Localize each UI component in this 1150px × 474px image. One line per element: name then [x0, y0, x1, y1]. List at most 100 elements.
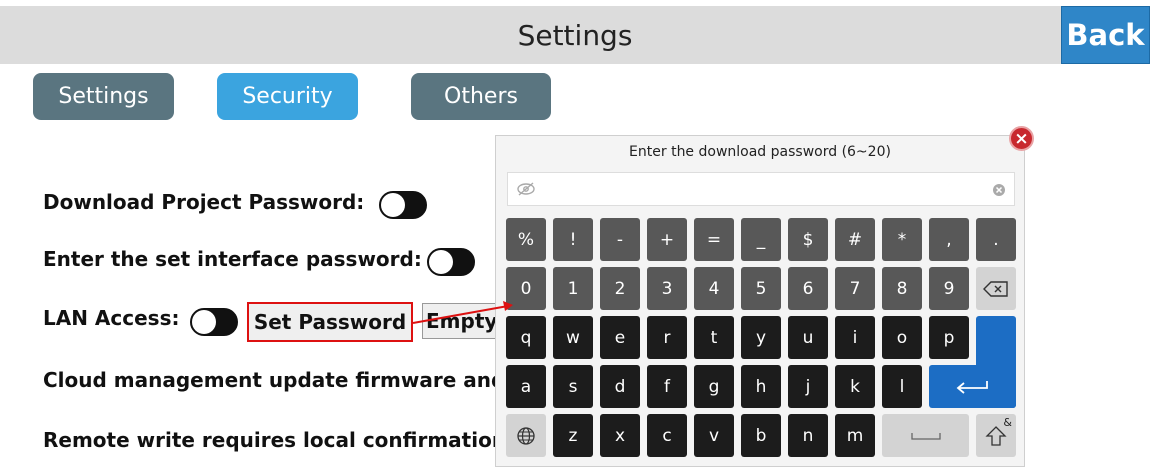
key-label: e: [614, 327, 626, 348]
key-label: v: [708, 425, 720, 446]
key-label: r: [663, 327, 671, 348]
key-letter[interactable]: g: [694, 365, 734, 408]
page-title: Settings: [517, 18, 633, 52]
tab-security[interactable]: Security: [217, 73, 358, 120]
key-label: .: [993, 229, 999, 250]
key-letter[interactable]: z: [553, 414, 593, 457]
key-label: z: [568, 425, 578, 446]
key-letter[interactable]: b: [741, 414, 781, 457]
key-letter[interactable]: y: [741, 316, 781, 359]
close-icon[interactable]: ×: [1009, 126, 1034, 151]
key-digit[interactable]: 3: [647, 267, 687, 310]
key-digit[interactable]: 4: [694, 267, 734, 310]
key-letter[interactable]: f: [647, 365, 687, 408]
key-label: 3: [661, 278, 673, 299]
key-letter[interactable]: h: [741, 365, 781, 408]
space-key[interactable]: [882, 414, 969, 457]
key-label: o: [896, 327, 908, 348]
keyboard-prompt: Enter the download password (6~20): [629, 144, 891, 160]
key-digit[interactable]: 9: [929, 267, 969, 310]
set-password-button[interactable]: Set Password: [247, 302, 413, 342]
key-label: t: [710, 327, 718, 348]
key-letter[interactable]: q: [506, 316, 546, 359]
cloud-update-label: Cloud management update firmware and: [43, 368, 506, 392]
interface-password-label: Enter the set interface password:: [43, 247, 422, 271]
download-password-toggle[interactable]: [379, 191, 427, 219]
key-digit[interactable]: 2: [600, 267, 640, 310]
key-symbol[interactable]: .: [976, 218, 1016, 261]
key-letter[interactable]: u: [788, 316, 828, 359]
key-label: 7: [849, 278, 861, 299]
key-symbol[interactable]: #: [835, 218, 875, 261]
key-label: y: [755, 327, 767, 348]
key-letter[interactable]: c: [647, 414, 687, 457]
key-letter[interactable]: k: [835, 365, 875, 408]
backspace-icon: [983, 280, 1008, 297]
key-letter[interactable]: o: [882, 316, 922, 359]
key-digit[interactable]: 0: [506, 267, 546, 310]
lan-access-toggle[interactable]: [190, 308, 238, 336]
key-letter[interactable]: d: [600, 365, 640, 408]
key-label: f: [664, 376, 670, 397]
key-letter[interactable]: s: [553, 365, 593, 408]
key-label: +: [659, 229, 675, 250]
key-label: p: [943, 327, 955, 348]
space-icon: [910, 432, 941, 440]
key-symbol[interactable]: ,: [929, 218, 969, 261]
key-letter[interactable]: x: [600, 414, 640, 457]
key-symbol[interactable]: *: [882, 218, 922, 261]
key-letter[interactable]: t: [694, 316, 734, 359]
key-symbol[interactable]: +: [647, 218, 687, 261]
clear-icon[interactable]: [992, 182, 1006, 201]
key-symbol[interactable]: =: [694, 218, 734, 261]
enter-icon: [956, 380, 988, 394]
tab-others[interactable]: Others: [411, 73, 551, 120]
globe-key[interactable]: [506, 414, 546, 457]
tab-settings[interactable]: Settings: [33, 73, 174, 120]
interface-password-toggle[interactable]: [427, 248, 475, 276]
key-letter[interactable]: p: [929, 316, 969, 359]
key-letter[interactable]: i: [835, 316, 875, 359]
shift-superscript: &: [1003, 416, 1012, 429]
key-digit[interactable]: 7: [835, 267, 875, 310]
key-letter[interactable]: e: [600, 316, 640, 359]
key-symbol[interactable]: !: [553, 218, 593, 261]
password-input[interactable]: [507, 172, 1015, 206]
key-label: n: [802, 425, 814, 446]
toggle-knob: [429, 250, 453, 274]
key-label: 5: [755, 278, 767, 299]
key-letter[interactable]: j: [788, 365, 828, 408]
key-letter[interactable]: v: [694, 414, 734, 457]
eye-off-icon[interactable]: [516, 181, 536, 200]
key-label: 2: [614, 278, 626, 299]
key-label: u: [802, 327, 814, 348]
key-letter[interactable]: n: [788, 414, 828, 457]
backspace-key[interactable]: [976, 267, 1016, 310]
key-letter[interactable]: m: [835, 414, 875, 457]
key-symbol[interactable]: _: [741, 218, 781, 261]
key-digit[interactable]: 1: [553, 267, 593, 310]
key-letter[interactable]: w: [553, 316, 593, 359]
lan-access-label: LAN Access:: [43, 306, 180, 330]
password-keyboard-panel: Enter the download password (6~20) %! - + =…: [495, 135, 1025, 467]
key-digit[interactable]: 8: [882, 267, 922, 310]
key-label: $: [802, 229, 814, 250]
key-symbol[interactable]: -: [600, 218, 640, 261]
enter-key-base[interactable]: [929, 365, 1016, 408]
globe-icon: [517, 426, 535, 445]
key-letter[interactable]: a: [506, 365, 546, 408]
back-button[interactable]: Back: [1061, 6, 1150, 64]
remote-write-label: Remote write requires local confirmation…: [43, 428, 515, 452]
key-label: l: [899, 376, 905, 397]
key-letter[interactable]: l: [882, 365, 922, 408]
key-label: 6: [802, 278, 814, 299]
key-digit[interactable]: 5: [741, 267, 781, 310]
key-symbol[interactable]: $: [788, 218, 828, 261]
empty-button[interactable]: Empty: [422, 303, 502, 339]
key-symbol[interactable]: %: [506, 218, 546, 261]
key-letter[interactable]: r: [647, 316, 687, 359]
key-digit[interactable]: 6: [788, 267, 828, 310]
download-password-label: Download Project Password:: [43, 190, 365, 214]
key-label: m: [846, 425, 864, 446]
shift-key[interactable]: &: [976, 414, 1016, 457]
